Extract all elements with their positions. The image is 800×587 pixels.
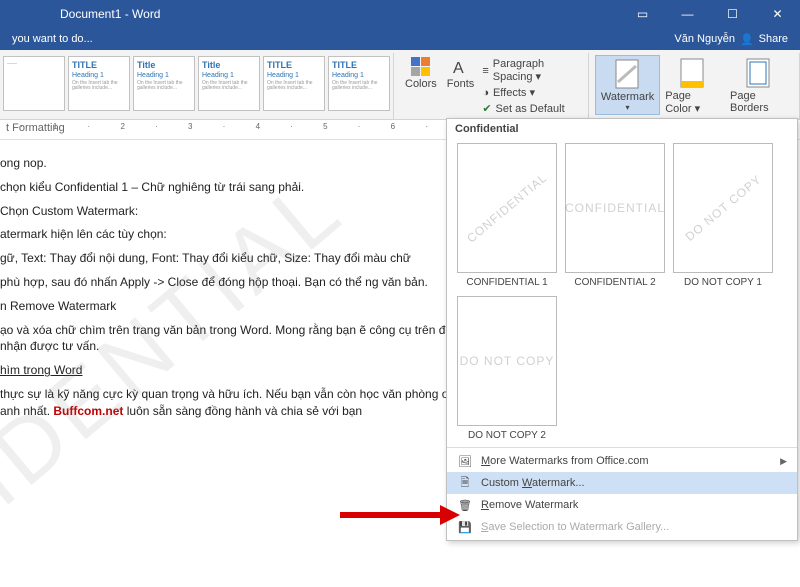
set-default-button[interactable]: ✔Set as Default bbox=[479, 101, 582, 116]
custom-watermark-item[interactable]: 🗎 Custom Watermark... bbox=[447, 472, 797, 494]
share-icon[interactable]: 👤 bbox=[740, 33, 754, 46]
svg-text:A: A bbox=[453, 60, 464, 77]
page-background-group: Watermark ▾ Page Color ▾ Page Borders bbox=[589, 53, 800, 119]
save-icon: 💾 bbox=[457, 519, 473, 535]
watermark-thumb: DO NOT COPY bbox=[673, 143, 773, 273]
watermark-thumb: CONFIDENTIAL bbox=[565, 143, 665, 273]
paragraph-icon: ≡ bbox=[482, 65, 488, 77]
page-borders-button[interactable]: Page Borders bbox=[725, 55, 793, 116]
buffcom-link[interactable]: Buffcom.net bbox=[53, 404, 123, 418]
watermark-dropdown: Confidential CONFIDENTIAL CONFIDENTIAL 1… bbox=[446, 118, 798, 541]
page-borders-icon bbox=[743, 57, 775, 89]
effects-icon: ◑ bbox=[482, 87, 489, 99]
dropdown-section: Confidential bbox=[447, 119, 797, 139]
style-thumb[interactable]: TITLEHeading 1On the Insert tab the gall… bbox=[68, 56, 130, 111]
colors-icon bbox=[411, 57, 431, 77]
remove-icon: 🗑 bbox=[457, 497, 473, 513]
style-thumb[interactable]: TitleHeading 1On the Insert tab the gall… bbox=[133, 56, 195, 111]
watermark-thumb: CONFIDENTIAL bbox=[457, 143, 557, 273]
page-color-icon bbox=[677, 57, 709, 89]
maximize-icon[interactable]: ☐ bbox=[710, 0, 755, 28]
watermark-option[interactable]: DO NOT COPY DO NOT COPY 1 bbox=[673, 143, 773, 288]
more-watermarks-item[interactable]: 🖼 More Watermarks from Office.com ▶ bbox=[447, 450, 797, 472]
user-name[interactable]: Văn Nguyễn bbox=[674, 33, 735, 45]
minimize-icon[interactable]: — bbox=[665, 0, 710, 28]
ribbon: —— TITLEHeading 1On the Insert tab the g… bbox=[0, 50, 800, 120]
style-thumb[interactable]: —— bbox=[3, 56, 65, 111]
watermark-thumb: DO NOT COPY bbox=[457, 296, 557, 426]
title-bar: Document1 - Word ▭ — ☐ ✕ bbox=[0, 0, 800, 28]
watermark-icon bbox=[612, 58, 644, 90]
style-thumb[interactable]: TitleHeading 1On the Insert tab the gall… bbox=[198, 56, 260, 111]
formatting-group: Colors A Fonts ≡Paragraph Spacing ▾ ◑Eff… bbox=[394, 53, 589, 119]
share-button[interactable]: Share bbox=[759, 33, 788, 45]
ribbon-options-icon[interactable]: ▭ bbox=[620, 0, 665, 28]
watermark-option[interactable]: CONFIDENTIAL CONFIDENTIAL 1 bbox=[457, 143, 557, 288]
page-color-button[interactable]: Page Color ▾ bbox=[660, 55, 725, 117]
paragraph-spacing-button[interactable]: ≡Paragraph Spacing ▾ bbox=[479, 57, 582, 84]
chevron-down-icon: ▾ bbox=[626, 103, 630, 112]
group-label: t Formatting bbox=[0, 121, 71, 135]
watermark-button[interactable]: Watermark ▾ bbox=[595, 55, 660, 115]
remove-watermark-item[interactable]: 🗑 Remove Watermark bbox=[447, 494, 797, 516]
close-icon[interactable]: ✕ bbox=[755, 0, 800, 28]
save-selection-item: 💾 Save Selection to Watermark Gallery... bbox=[447, 516, 797, 538]
chevron-right-icon: ▶ bbox=[780, 456, 787, 467]
style-thumb[interactable]: TITLEHeading 1On the Insert tab the gall… bbox=[263, 56, 325, 111]
watermark-option[interactable]: DO NOT COPY DO NOT COPY 2 bbox=[457, 296, 557, 441]
tell-me[interactable]: you want to do... bbox=[12, 33, 93, 45]
style-thumb[interactable]: TITLEHeading 1On the Insert tab the gall… bbox=[328, 56, 390, 111]
style-gallery[interactable]: —— TITLEHeading 1On the Insert tab the g… bbox=[0, 53, 394, 119]
window-title: Document1 - Word bbox=[0, 7, 160, 21]
watermark-option[interactable]: CONFIDENTIAL CONFIDENTIAL 2 bbox=[565, 143, 665, 288]
custom-watermark-icon: 🗎 bbox=[457, 475, 473, 491]
fonts-icon: A bbox=[451, 57, 471, 77]
ribbon-top: you want to do... Văn Nguyễn 👤 Share bbox=[0, 28, 800, 50]
fonts-button[interactable]: A Fonts bbox=[442, 55, 480, 92]
online-icon: 🖼 bbox=[457, 453, 473, 469]
colors-button[interactable]: Colors bbox=[400, 55, 442, 92]
effects-button[interactable]: ◑Effects ▾ bbox=[479, 85, 582, 100]
check-icon: ✔ bbox=[482, 102, 491, 115]
